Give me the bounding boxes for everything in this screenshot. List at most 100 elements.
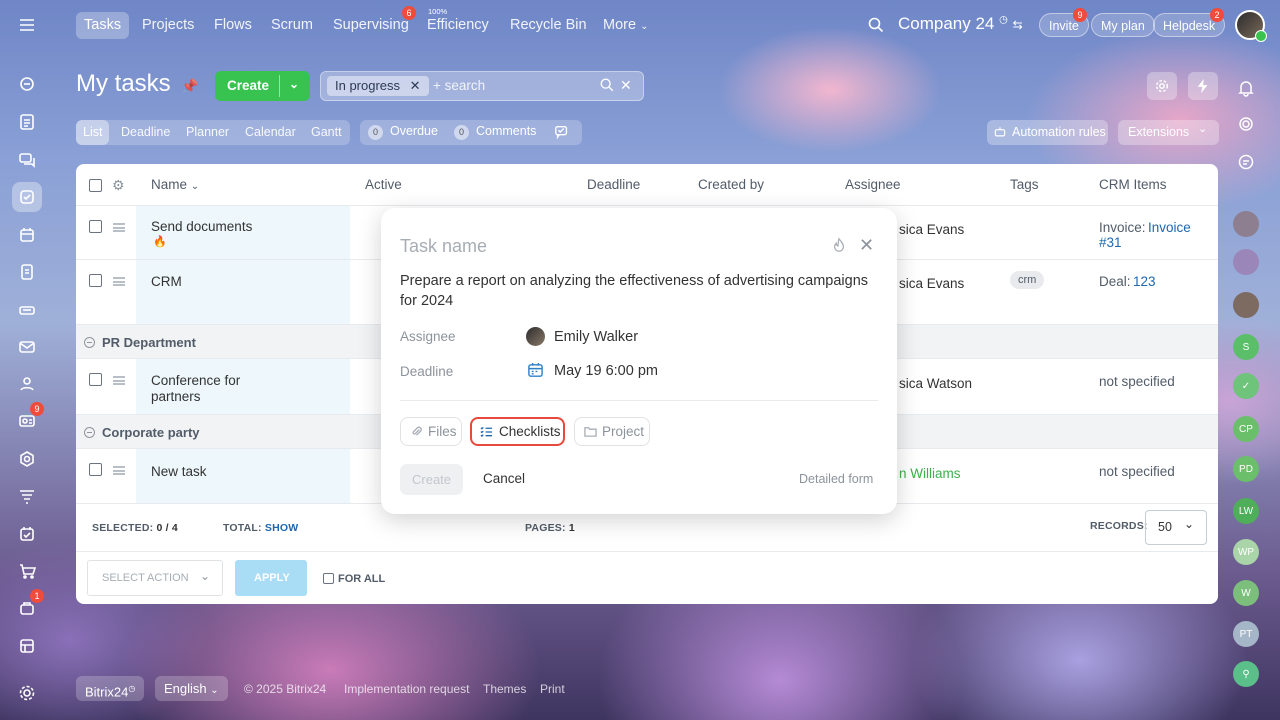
nav-projects[interactable]: Projects [134, 12, 202, 39]
documents-icon[interactable] [12, 107, 42, 137]
close-icon[interactable]: ✕ [859, 235, 874, 256]
checklists-button[interactable]: Checklists [470, 417, 565, 446]
column-tags[interactable]: Tags [1010, 177, 1039, 192]
notifications-bell-icon[interactable] [1233, 75, 1259, 101]
column-crm-items[interactable]: CRM Items [1099, 177, 1167, 192]
filter-chip-in-progress[interactable]: In progress ✕ [327, 76, 429, 96]
lightning-icon[interactable] [1188, 72, 1218, 100]
tab-gantt[interactable]: Gantt [304, 120, 349, 145]
contact-avatar-lw[interactable]: LW [1233, 498, 1259, 524]
pin-icon[interactable]: 📌 [181, 78, 198, 94]
language-select[interactable]: English ⌄ [155, 676, 228, 701]
contact-avatar-pd[interactable]: PD [1233, 456, 1259, 482]
drive-icon[interactable] [12, 257, 42, 287]
shop-icon[interactable] [12, 556, 42, 586]
task-name[interactable]: CRM [151, 274, 182, 289]
select-action-dropdown[interactable]: SELECT ACTION ⌄ [87, 560, 223, 596]
tasks-icon[interactable] [12, 182, 42, 212]
bitrix-brand-button[interactable]: Bitrix24◷ [76, 676, 145, 701]
settings-gear-button[interactable] [1147, 72, 1177, 100]
assignee-name[interactable]: sica Evans [899, 276, 964, 291]
create-button[interactable]: Create ⌄ [215, 71, 310, 101]
comments-filter[interactable]: Comments [476, 124, 536, 138]
select-all-checkbox[interactable] [89, 179, 102, 192]
drag-handle-icon[interactable] [113, 376, 125, 385]
row-checkbox[interactable] [89, 373, 102, 386]
company-name[interactable]: Company 24 ◷ ⇆ [898, 14, 1023, 34]
row-checkbox[interactable] [89, 274, 102, 287]
column-created-by[interactable]: Created by [698, 177, 764, 192]
deadline-value[interactable]: May 19 6:00 pm [554, 363, 658, 379]
assignee-name[interactable]: sica Watson [899, 376, 972, 391]
nav-scrum[interactable]: Scrum [263, 12, 321, 39]
contact-avatar-w[interactable]: W [1233, 580, 1259, 606]
column-active[interactable]: Active [365, 177, 402, 192]
task-description[interactable]: Prepare a report on analyzing the effect… [400, 271, 870, 311]
contact-avatar-pt[interactable]: PT [1233, 621, 1259, 647]
contact-avatar-s[interactable]: S [1233, 334, 1259, 360]
my-plan-button[interactable]: My plan [1091, 13, 1155, 37]
column-name[interactable]: Name ⌄ [151, 177, 199, 192]
contacts-icon[interactable] [12, 369, 42, 399]
assignee-value[interactable]: Emily Walker [554, 329, 638, 345]
nav-tasks[interactable]: Tasks [76, 12, 130, 39]
menu-icon[interactable] [12, 10, 42, 40]
assignee-name[interactable]: sica Evans [899, 222, 964, 237]
search-input[interactable]: + search [433, 78, 485, 93]
crm-invoice-link[interactable]: Invoice [1148, 220, 1191, 235]
close-icon[interactable]: ✕ [410, 78, 421, 93]
task-name[interactable]: Send documents [151, 219, 252, 234]
sales-funnel-icon[interactable] [12, 481, 42, 511]
search-chat-icon[interactable]: ⚲ [1233, 661, 1259, 687]
row-checkbox[interactable] [89, 220, 102, 233]
mail-icon[interactable] [12, 332, 42, 362]
tasks-avatar-icon[interactable]: ✓ [1233, 373, 1259, 399]
assignee-name[interactable]: n Williams [899, 466, 961, 481]
tag-badge[interactable]: crm [1010, 271, 1045, 289]
messenger-icon[interactable] [1233, 149, 1259, 175]
filter-search-bar[interactable]: In progress ✕ + search ✕ [320, 71, 644, 101]
extensions-button[interactable]: Extensions ⌄ [1118, 120, 1219, 145]
calendar-icon[interactable] [12, 220, 42, 250]
popup-create-button[interactable]: Create [400, 464, 463, 495]
project-button[interactable]: Project [574, 417, 650, 446]
crm-icon[interactable]: 9 [12, 402, 44, 436]
row-checkbox[interactable] [89, 463, 102, 476]
column-deadline[interactable]: Deadline [587, 177, 640, 192]
automation-icon[interactable] [12, 444, 42, 474]
nav-more[interactable]: More ⌄ [595, 12, 656, 39]
automation-rules-button[interactable]: Automation rules [987, 120, 1108, 145]
crm-deal-link[interactable]: 123 [1133, 274, 1156, 289]
contact-avatar-1[interactable] [1233, 211, 1259, 237]
task-name[interactable]: New task [151, 464, 207, 479]
chat-icon[interactable] [12, 145, 42, 175]
total-show-link[interactable]: SHOW [265, 522, 298, 534]
contact-avatar-cp[interactable]: CP [1233, 416, 1259, 442]
themes-link[interactable]: Themes [483, 682, 526, 696]
drag-handle-icon[interactable] [113, 277, 125, 286]
detailed-form-link[interactable]: Detailed form [799, 472, 873, 486]
task-name-input[interactable]: Task name [400, 236, 487, 257]
tab-list[interactable]: List [76, 120, 110, 145]
files-button[interactable]: Files [400, 417, 462, 446]
grid-settings-icon[interactable]: ⚙ [112, 177, 125, 194]
column-assignee[interactable]: Assignee [845, 177, 901, 192]
for-all-checkbox[interactable] [323, 573, 334, 584]
apply-button[interactable]: APPLY [235, 560, 307, 596]
nav-flows[interactable]: Flows [206, 12, 260, 39]
chevron-down-icon[interactable]: ⌄ [1198, 122, 1207, 135]
search-icon[interactable] [599, 77, 615, 96]
feed-icon[interactable] [12, 69, 42, 99]
tab-deadline[interactable]: Deadline [114, 120, 177, 145]
drag-handle-icon[interactable] [113, 223, 125, 232]
overdue-filter[interactable]: Overdue [390, 124, 438, 138]
print-link[interactable]: Print [540, 682, 565, 696]
nav-recycle-bin[interactable]: Recycle Bin [502, 12, 595, 39]
copilot-icon[interactable] [1233, 111, 1259, 137]
company-icon[interactable] [12, 631, 42, 661]
implementation-request-link[interactable]: Implementation request [344, 682, 469, 696]
tab-planner[interactable]: Planner [179, 120, 236, 145]
crm-invoice-number-link[interactable]: #31 [1099, 235, 1122, 250]
collapse-icon[interactable] [84, 427, 95, 438]
chevron-down-icon[interactable]: ⌄ [289, 77, 299, 91]
